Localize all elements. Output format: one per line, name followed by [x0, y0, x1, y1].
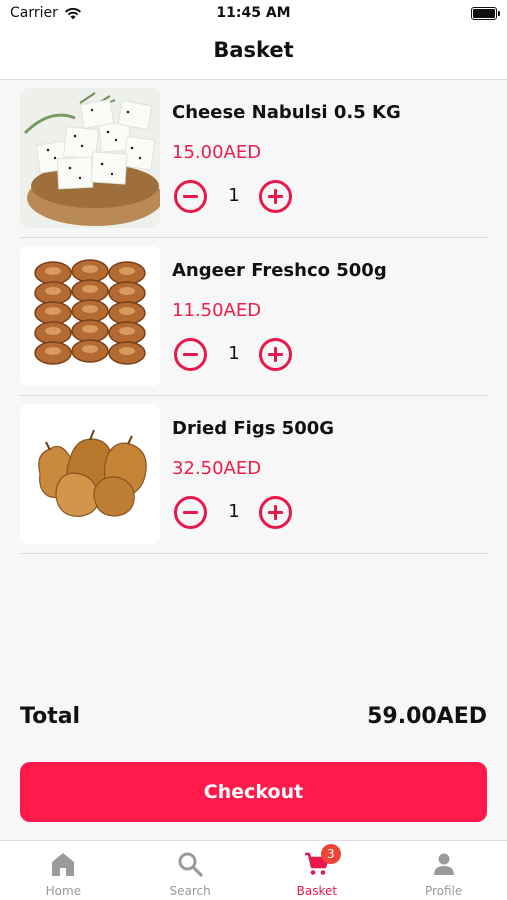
quantity-value: 1	[228, 343, 240, 364]
basket-list: Cheese Nabulsi 0.5 KG 15.00AED 1 Angeer …	[20, 80, 488, 554]
tab-bar: Home Search 3 Basket Profile	[0, 840, 507, 900]
decrease-quantity-button[interactable]	[174, 338, 207, 371]
person-icon	[433, 853, 454, 875]
item-price: 15.00AED	[172, 142, 262, 163]
tab-home[interactable]: Home	[0, 841, 127, 900]
basket-item[interactable]: Cheese Nabulsi 0.5 KG 15.00AED 1	[20, 80, 488, 238]
total-label: Total	[20, 704, 81, 729]
tab-label: Home	[45, 884, 82, 898]
tab-profile[interactable]: Profile	[380, 841, 507, 900]
figs-rows-image	[20, 246, 160, 386]
tab-basket[interactable]: 3 Basket	[254, 841, 381, 900]
increase-quantity-button[interactable]	[259, 180, 292, 213]
quantity-stepper: 1	[174, 338, 304, 372]
cart-count-badge: 3	[320, 844, 341, 864]
minus-icon	[183, 195, 198, 198]
cheese-image	[20, 88, 160, 228]
total-value: 59.00AED	[367, 704, 487, 729]
quantity-stepper: 1	[174, 496, 304, 530]
quantity-value: 1	[228, 501, 240, 522]
status-bar: Carrier 11:45 AM	[0, 0, 507, 28]
page-title: Basket	[213, 38, 294, 62]
home-icon	[52, 853, 75, 876]
decrease-quantity-button[interactable]	[174, 496, 207, 529]
item-price: 32.50AED	[172, 458, 262, 479]
quantity-value: 1	[228, 185, 240, 206]
search-icon	[178, 852, 203, 877]
minus-icon	[183, 353, 198, 356]
increase-quantity-button[interactable]	[259, 496, 292, 529]
cart-icon-wrapper: 3	[303, 844, 341, 878]
tab-label: Profile	[424, 884, 463, 898]
checkout-button[interactable]: Checkout	[20, 762, 487, 822]
quantity-stepper: 1	[174, 180, 304, 214]
dried-figs-image	[20, 404, 160, 544]
item-name: Dried Figs 500G	[172, 418, 335, 439]
increase-quantity-button[interactable]	[259, 338, 292, 371]
item-name: Cheese Nabulsi 0.5 KG	[172, 102, 401, 123]
decrease-quantity-button[interactable]	[174, 180, 207, 213]
tab-label: Basket	[296, 884, 338, 898]
item-name: Angeer Freshco 500g	[172, 260, 387, 281]
clock: 11:45 AM	[216, 5, 291, 21]
tab-label: Search	[169, 884, 211, 898]
item-price: 11.50AED	[172, 300, 262, 321]
minus-icon	[183, 511, 198, 514]
basket-item[interactable]: Angeer Freshco 500g 11.50AED 1	[20, 238, 488, 396]
navigation-bar: Basket	[0, 28, 507, 80]
battery-icon	[471, 7, 500, 20]
basket-item[interactable]: Dried Figs 500G 32.50AED 1	[20, 396, 488, 554]
tab-search[interactable]: Search	[127, 841, 254, 900]
